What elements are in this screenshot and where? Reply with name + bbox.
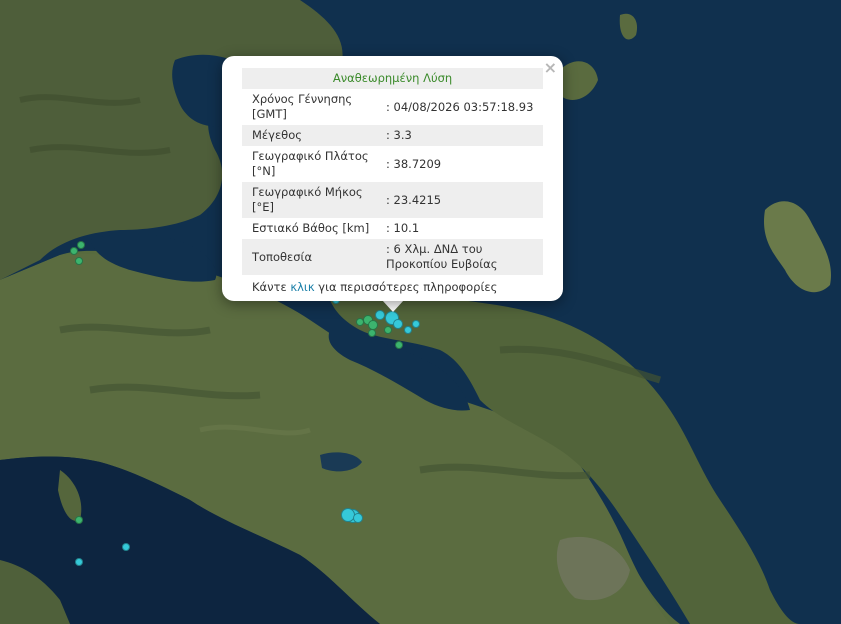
earthquake-marker[interactable] [395,341,403,349]
table-row: Τοποθεσία : 6 Χλμ. ΔΝΔ του Προκοπίου Ευβ… [242,239,543,275]
popup-title: Αναθεωρημένη Λύση [242,68,543,89]
earthquake-marker[interactable] [75,516,83,524]
info-table: Αναθεωρημένη Λύση Χρόνος Γέννησης [GMT] … [242,68,543,275]
table-row: Γεωγραφικό Πλάτος [°N] : 38.7209 [242,146,543,182]
row-value: : 38.7209 [386,156,442,171]
row-label: Γεωγραφικό Μήκος [°E] [242,182,376,218]
row-label: Γεωγραφικό Πλάτος [°N] [252,149,369,178]
table-row: Μέγεθος : 3.3 [242,125,543,146]
earthquake-marker[interactable] [404,326,412,334]
earthquake-marker[interactable] [412,320,420,328]
popup-tip [382,300,404,312]
earthquake-marker[interactable] [368,329,376,337]
earthquake-marker[interactable] [77,241,85,249]
table-row: Γεωγραφικό Μήκος [°E] : 23.4215 [242,182,543,218]
row-label: Τοποθεσία [242,239,376,275]
earthquake-marker[interactable] [75,257,83,265]
row-value: : 3.3 [376,125,543,146]
close-icon[interactable]: × [544,58,557,77]
table-row: Χρόνος Γέννησης [GMT] : 04/08/2026 03:57… [242,89,543,125]
row-label: Μέγεθος [242,125,376,146]
row-label: Χρόνος Γέννησης [GMT] [252,92,353,121]
earthquake-map[interactable]: × Αναθεωρημένη Λύση Χρόνος Γέννησης [GMT… [0,0,841,624]
row-value: : 10.1 [386,221,420,235]
earthquake-marker[interactable] [393,319,403,329]
more-suffix: για περισσότερες πληροφορίες [314,280,498,294]
row-value: : 23.4215 [376,182,543,218]
earthquake-popup: × Αναθεωρημένη Λύση Χρόνος Γέννησης [GMT… [222,56,563,301]
earthquake-marker[interactable] [70,247,78,255]
earthquake-marker[interactable] [122,543,130,551]
row-value: : 6 Χλμ. ΔΝΔ του Προκοπίου Ευβοίας [376,239,543,275]
earthquake-marker[interactable] [356,318,364,326]
earthquake-marker[interactable] [384,326,392,334]
more-prefix: Κάντε [252,280,291,294]
earthquake-marker[interactable] [75,558,83,566]
earthquake-marker[interactable] [353,513,363,523]
more-info-text: Κάντε κλικ για περισσότερες πληροφορίες [242,275,543,294]
table-row: Εστιακό Βάθος [km] : 10.1 [242,218,543,239]
row-label: Εστιακό Βάθος [km] [252,221,370,235]
more-info-link[interactable]: κλικ [290,280,314,294]
row-value: : 04/08/2026 03:57:18.93 [386,99,534,114]
